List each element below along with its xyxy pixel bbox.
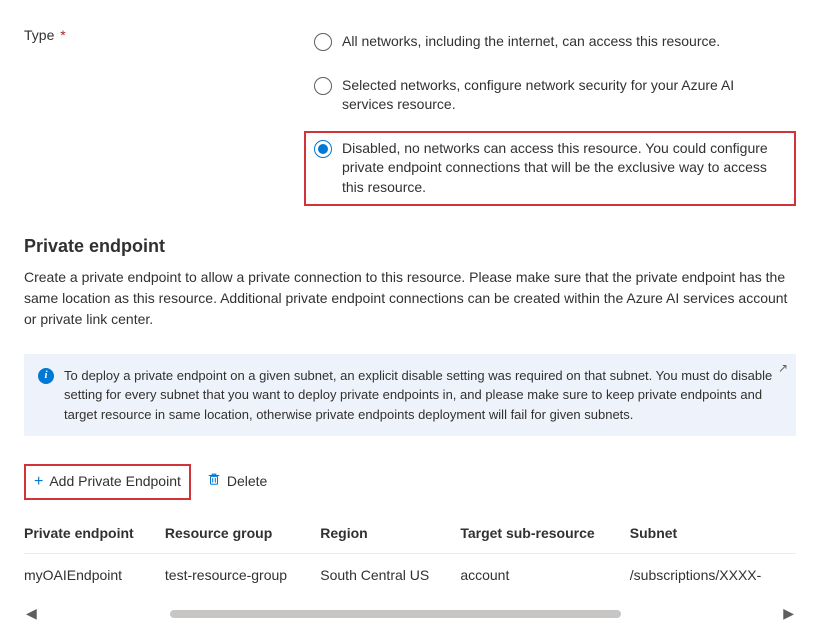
- private-endpoint-description: Create a private endpoint to allow a pri…: [24, 267, 796, 330]
- radio-circle-icon: [314, 77, 332, 95]
- radio-selected-networks-label: Selected networks, configure network sec…: [342, 76, 786, 115]
- cell-resource-group: test-resource-group: [165, 554, 320, 598]
- add-private-endpoint-button[interactable]: + Add Private Endpoint: [24, 464, 191, 500]
- col-subnet[interactable]: Subnet: [630, 514, 796, 554]
- add-private-endpoint-label: Add Private Endpoint: [49, 472, 181, 492]
- scroll-track[interactable]: [47, 610, 773, 618]
- scroll-left-icon[interactable]: ◀: [24, 604, 39, 624]
- command-bar: + Add Private Endpoint Delete: [24, 464, 796, 500]
- radio-all-networks[interactable]: All networks, including the internet, ca…: [304, 24, 796, 60]
- type-field-row: Type * All networks, including the inter…: [24, 24, 796, 206]
- endpoints-table: Private endpoint Resource group Region T…: [24, 514, 796, 598]
- info-box: i To deploy a private endpoint on a give…: [24, 354, 796, 437]
- info-icon: i: [38, 368, 54, 384]
- scroll-thumb[interactable]: [170, 610, 620, 618]
- cell-endpoint: myOAIEndpoint: [24, 554, 165, 598]
- radio-circle-checked-icon: [314, 140, 332, 158]
- endpoints-table-wrap: Private endpoint Resource group Region T…: [24, 514, 796, 598]
- col-resource-group[interactable]: Resource group: [165, 514, 320, 554]
- type-radio-group: All networks, including the internet, ca…: [304, 24, 796, 206]
- required-asterisk: *: [60, 27, 65, 43]
- delete-button[interactable]: Delete: [199, 466, 275, 498]
- horizontal-scrollbar[interactable]: ◀ ▶: [24, 604, 796, 624]
- table-header-row: Private endpoint Resource group Region T…: [24, 514, 796, 554]
- plus-icon: +: [34, 474, 43, 490]
- trash-icon: [207, 472, 221, 492]
- cell-region: South Central US: [320, 554, 460, 598]
- private-endpoint-heading: Private endpoint: [24, 234, 796, 259]
- radio-circle-icon: [314, 33, 332, 51]
- radio-all-networks-label: All networks, including the internet, ca…: [342, 32, 786, 52]
- radio-selected-networks[interactable]: Selected networks, configure network sec…: [304, 68, 796, 123]
- popout-icon[interactable]: ↗: [778, 360, 788, 377]
- info-text: To deploy a private endpoint on a given …: [64, 366, 782, 425]
- table-row[interactable]: myOAIEndpoint test-resource-group South …: [24, 554, 796, 598]
- col-region[interactable]: Region: [320, 514, 460, 554]
- radio-disabled-label: Disabled, no networks can access this re…: [342, 139, 786, 198]
- cell-target: account: [460, 554, 629, 598]
- type-label: Type *: [24, 24, 304, 46]
- delete-label: Delete: [227, 472, 267, 492]
- type-label-text: Type: [24, 27, 54, 43]
- col-target-sub-resource[interactable]: Target sub-resource: [460, 514, 629, 554]
- cell-subnet: /subscriptions/XXXX-: [630, 554, 796, 598]
- radio-disabled[interactable]: Disabled, no networks can access this re…: [304, 131, 796, 206]
- col-private-endpoint[interactable]: Private endpoint: [24, 514, 165, 554]
- scroll-right-icon[interactable]: ▶: [781, 604, 796, 624]
